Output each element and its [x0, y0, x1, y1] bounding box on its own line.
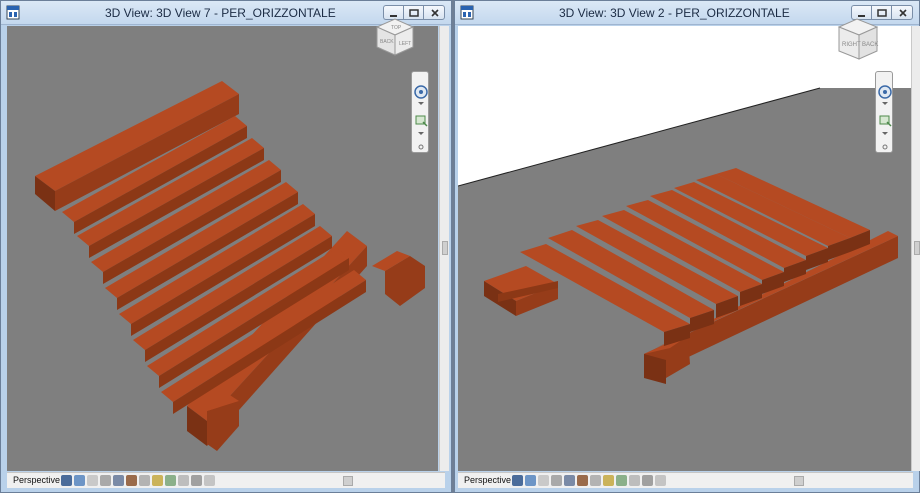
svg-text:RIGHT: RIGHT: [842, 42, 861, 48]
scroll-thumb[interactable]: [442, 241, 448, 255]
detail-level-icon[interactable]: [61, 475, 72, 486]
view-window-left[interactable]: 3D View: 3D View 7 - PER_ORIZZONTALE TOP…: [0, 0, 452, 493]
app-icon: [6, 5, 20, 20]
viewcube-widget[interactable]: RIGHT BACK: [835, 13, 881, 63]
sun-path-icon[interactable]: [87, 475, 98, 486]
view-control-bar: Perspective: [458, 472, 913, 488]
steering-wheel-icon[interactable]: [878, 85, 892, 99]
zoom-icon[interactable]: [415, 115, 428, 127]
render-icon[interactable]: [564, 475, 575, 486]
model-render-right: [458, 26, 911, 471]
scroll-thumb[interactable]: [914, 241, 920, 255]
visual-style-icon[interactable]: [525, 475, 536, 486]
close-icon: [431, 9, 439, 17]
3d-viewport[interactable]: [7, 26, 438, 471]
model-render-left: [7, 26, 438, 471]
unlock-3d-icon[interactable]: [603, 475, 614, 486]
crop-view-icon[interactable]: [126, 475, 137, 486]
crop-view-icon[interactable]: [577, 475, 588, 486]
app-icon: [460, 5, 474, 20]
steering-wheel-icon[interactable]: [414, 85, 428, 99]
highlight-displacement-icon[interactable]: [655, 475, 666, 486]
view-window-right[interactable]: 3D View: 3D View 2 - PER_ORIZZONTALE RIG…: [454, 0, 920, 493]
svg-text:BACK: BACK: [380, 39, 394, 45]
horizontal-scroll-thumb[interactable]: [794, 476, 804, 486]
3d-viewport[interactable]: [458, 26, 911, 471]
temporary-hide-icon[interactable]: [616, 475, 627, 486]
viewcube-widget[interactable]: TOP LEFT BACK: [373, 13, 417, 59]
shadows-icon[interactable]: [100, 475, 111, 486]
close-icon: [899, 9, 907, 17]
view-control-bar: Perspective: [7, 472, 445, 488]
svg-text:LEFT: LEFT: [399, 41, 411, 47]
analytical-model-icon[interactable]: [642, 475, 653, 486]
temporary-hide-icon[interactable]: [165, 475, 176, 486]
highlight-displacement-icon[interactable]: [204, 475, 215, 486]
analytical-model-icon[interactable]: [191, 475, 202, 486]
view-mode-label[interactable]: Perspective: [13, 475, 60, 485]
shadows-icon[interactable]: [551, 475, 562, 486]
svg-text:BACK: BACK: [862, 42, 878, 48]
zoom-icon[interactable]: [879, 115, 892, 127]
svg-text:TOP: TOP: [391, 25, 402, 31]
window-title: 3D View: 3D View 2 - PER_ORIZZONTALE: [559, 6, 790, 20]
detail-level-icon[interactable]: [512, 475, 523, 486]
show-crop-icon[interactable]: [139, 475, 150, 486]
reveal-hidden-icon[interactable]: [178, 475, 189, 486]
unlock-3d-icon[interactable]: [152, 475, 163, 486]
close-button[interactable]: [891, 5, 913, 20]
window-title: 3D View: 3D View 7 - PER_ORIZZONTALE: [105, 6, 336, 20]
view-mode-label[interactable]: Perspective: [464, 475, 511, 485]
close-button[interactable]: [423, 5, 445, 20]
visual-style-icon[interactable]: [74, 475, 85, 486]
render-icon[interactable]: [113, 475, 124, 486]
show-crop-icon[interactable]: [590, 475, 601, 486]
sun-path-icon[interactable]: [538, 475, 549, 486]
horizontal-scroll-thumb[interactable]: [343, 476, 353, 486]
vertical-scrollbar[interactable]: [911, 26, 920, 471]
navigation-bar[interactable]: [411, 71, 429, 153]
vertical-scrollbar[interactable]: [439, 26, 449, 471]
reveal-hidden-icon[interactable]: [629, 475, 640, 486]
navigation-bar[interactable]: [875, 71, 893, 153]
